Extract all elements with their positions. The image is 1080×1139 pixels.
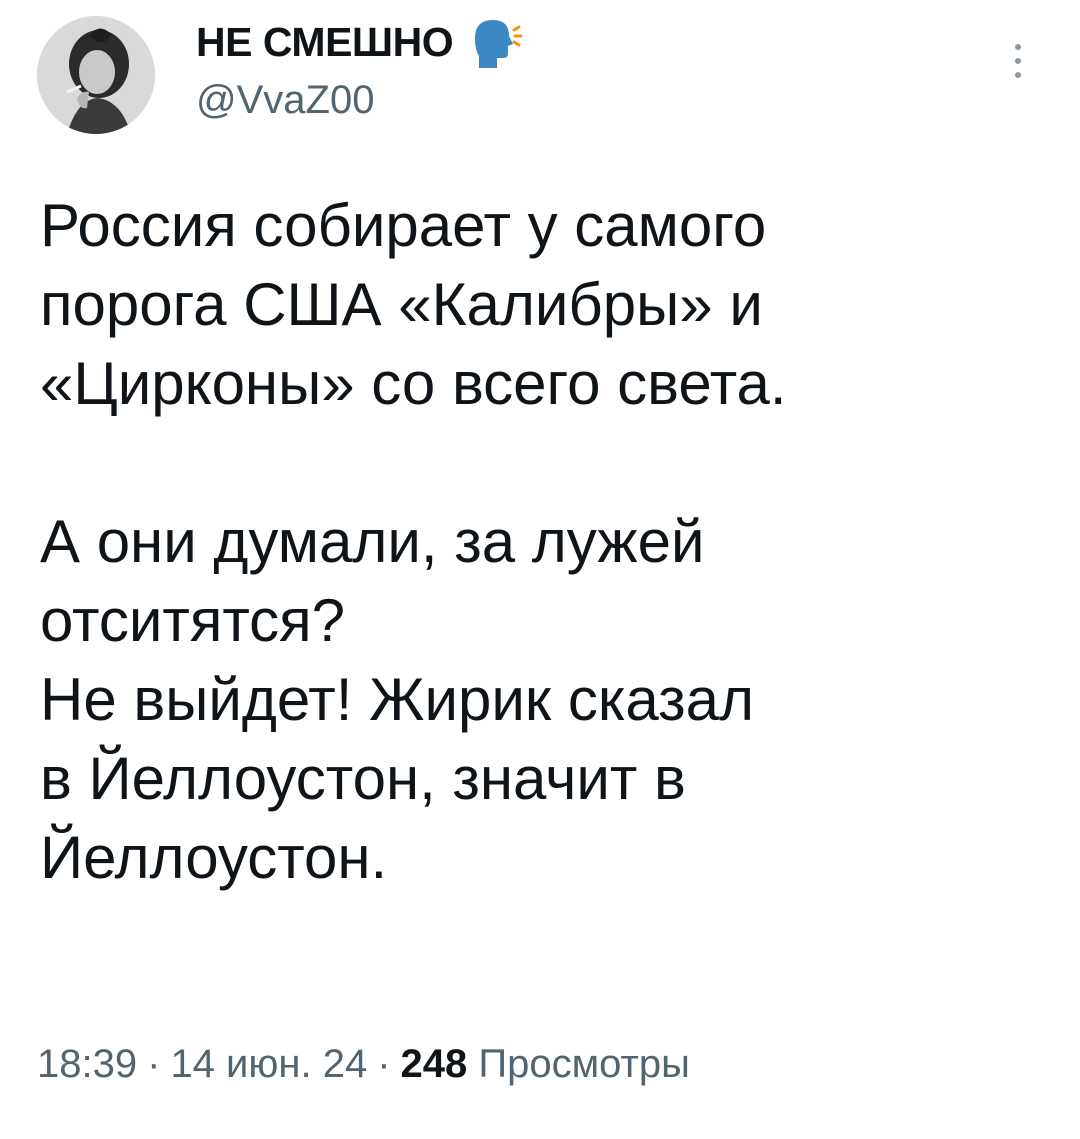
more-vertical-icon[interactable] <box>1006 44 1030 88</box>
tweet-line: А они думали, за лужей <box>40 508 705 575</box>
tweet-line: Россия собирает у самого <box>40 192 767 259</box>
views-label[interactable]: Просмотры <box>478 1042 689 1086</box>
tweet-date[interactable]: 14 июн. 24 <box>170 1042 367 1086</box>
tweet-meta: 18:39 · 14 июн. 24 · 248 Просмотры <box>37 1042 690 1087</box>
meta-separator: · <box>147 1042 161 1086</box>
tweet-line: «Цирконы» со всего света. <box>40 350 787 417</box>
author-handle[interactable]: @VvaZ00 <box>196 78 374 123</box>
meta-separator: · <box>377 1042 391 1086</box>
speaking-head-icon <box>475 20 523 68</box>
tweet-line: отситятся? <box>40 587 346 654</box>
tweet-time[interactable]: 18:39 <box>37 1042 137 1086</box>
tweet-blank-line <box>40 423 1040 502</box>
tweet-line: порога США «Калибры» и <box>40 271 763 338</box>
author-name-row: НЕ СМЕШНО <box>196 14 523 70</box>
tweet-line: Йеллоустон. <box>40 824 388 891</box>
tweet-text: Россия собирает у самого порога США «Кал… <box>40 186 1040 897</box>
views-count[interactable]: 248 <box>401 1042 468 1086</box>
author-display-name[interactable]: НЕ СМЕШНО <box>196 19 454 66</box>
avatar-photo <box>37 16 155 134</box>
tweet-line: в Йеллоустон, значит в <box>40 745 686 812</box>
avatar[interactable] <box>37 16 155 134</box>
tweet-line: Не выйдет! Жирик сказал <box>40 666 754 733</box>
